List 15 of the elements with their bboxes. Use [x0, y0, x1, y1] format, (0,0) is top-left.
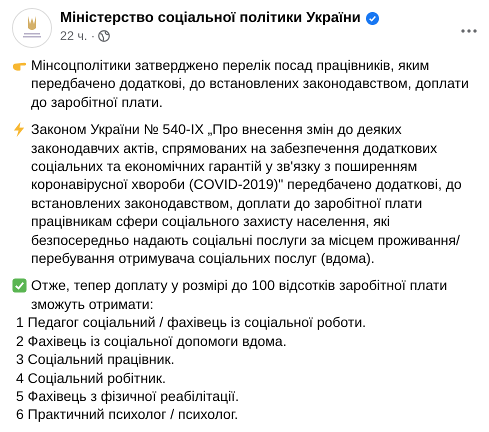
post-paragraph: Мінсоцполітики затверджено перелік посад працівників, яким передбачено додаткові, до встановлених законодавством, доплати до заробітної плати.: [31, 56, 469, 112]
list-item: 4 Соціальний робітник.: [16, 370, 166, 386]
list-item: 2 Фахівець із соціальної допомоги вдома.: [16, 332, 287, 349]
list-item: 5 Фахівець з фізичної реабілітації.: [16, 388, 239, 404]
list-item: 6 Практичний психолог / психолог.: [16, 406, 238, 422]
post-paragraph: Отже, тепер доплату у розмірі до 100 відсотків заробітної плати зможуть отримати:: [31, 276, 448, 314]
post-paragraph: Законом України № 540-IX „Про внесення змін до деяких законодавчих актів, спрямованих на забезпечення додаткових соціальних та економічних гарантій у зв'язку з поширенням коронавірусної хвороби (COVID-2019)" передбачено додаткові, до встановлених законодавством, доплати до заробітної плати працівникам сфери соціального захисту населення, які безпосередньо надають соціальні послуги за місцем проживання/ перебування отримувача соціальних послуг (вдома).: [31, 120, 462, 268]
author-name[interactable]: Міністерство соціальної політики України: [60, 10, 361, 26]
list-item: 3 Соціальний працівник.: [16, 351, 174, 368]
list-item: 1 Педагог соціальний / фахівець із соціальної роботи.: [16, 314, 366, 330]
post-time[interactable]: 22 ч. ·: [60, 29, 95, 43]
check-icon: [12, 278, 27, 294]
more-icon: [461, 29, 477, 33]
lightning-icon: [12, 122, 27, 138]
globe-icon: [98, 30, 110, 42]
